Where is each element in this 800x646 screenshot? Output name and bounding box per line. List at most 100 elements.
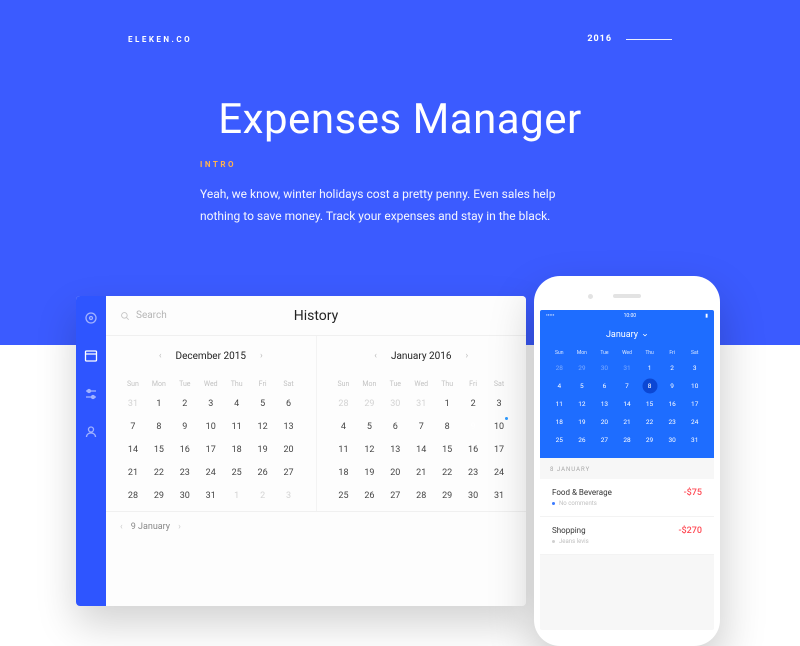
calendar-day[interactable]: 26 [356, 484, 382, 507]
calendar-day[interactable]: 28 [331, 392, 357, 415]
calendar-day[interactable]: 10 [683, 378, 706, 394]
calendar-day[interactable]: 19 [250, 438, 276, 461]
calendar-day[interactable]: 30 [460, 484, 486, 507]
calendar-day[interactable]: 6 [382, 415, 408, 438]
calendar-day[interactable]: 2 [460, 392, 486, 415]
calendar-day[interactable]: 13 [593, 396, 616, 412]
calendar-icon[interactable] [83, 348, 99, 364]
calendar-day[interactable]: 3 [683, 360, 706, 376]
calendar-day[interactable]: 12 [356, 438, 382, 461]
calendar-day[interactable]: 1 [224, 484, 250, 507]
search-input[interactable]: Search [120, 310, 167, 321]
calendar-day[interactable]: 20 [382, 461, 408, 484]
chevron-right-icon[interactable]: › [178, 522, 181, 532]
calendar-day[interactable]: 3 [276, 484, 302, 507]
calendar-day[interactable]: 6 [276, 392, 302, 415]
calendar-day[interactable]: 2 [172, 392, 198, 415]
home-icon[interactable] [83, 310, 99, 326]
calendar-day[interactable]: 17 [683, 396, 706, 412]
calendar-day[interactable]: 21 [616, 414, 639, 430]
calendar-day[interactable]: 21 [408, 461, 434, 484]
calendar-day[interactable]: 16 [172, 438, 198, 461]
calendar-day[interactable]: 23 [661, 414, 684, 430]
calendar-day[interactable]: 4 [548, 378, 571, 394]
expense-item[interactable]: ShoppingJeans levis-$270 [540, 517, 714, 555]
calendar-day[interactable]: 9 [661, 378, 684, 394]
calendar-day[interactable]: 2 [661, 360, 684, 376]
profile-icon[interactable] [83, 424, 99, 440]
calendar-day[interactable]: 28 [408, 484, 434, 507]
calendar-day[interactable]: 12 [250, 415, 276, 438]
calendar-day[interactable]: 29 [146, 484, 172, 507]
calendar-day[interactable]: 30 [593, 360, 616, 376]
calendar-day[interactable]: 27 [276, 461, 302, 484]
calendar-day[interactable]: 1 [146, 392, 172, 415]
calendar-day[interactable]: 30 [172, 484, 198, 507]
calendar-day[interactable]: 25 [331, 484, 357, 507]
calendar-day[interactable]: 11 [331, 438, 357, 461]
calendar-day[interactable]: 24 [198, 461, 224, 484]
calendar-day[interactable]: 30 [661, 432, 684, 448]
calendar-day[interactable]: 26 [571, 432, 594, 448]
calendar-day[interactable]: 28 [548, 360, 571, 376]
chevron-left-icon[interactable]: ‹ [120, 522, 123, 532]
calendar-day[interactable]: 4 [331, 415, 357, 438]
chevron-left-icon[interactable]: ‹ [374, 351, 377, 361]
calendar-day[interactable]: 13 [382, 438, 408, 461]
phone-month-selector[interactable]: January [548, 330, 706, 340]
calendar-day[interactable]: 31 [198, 484, 224, 507]
chevron-right-icon[interactable]: › [466, 351, 469, 361]
calendar-day[interactable]: 11 [224, 415, 250, 438]
calendar-day[interactable]: 24 [486, 461, 512, 484]
calendar-day[interactable]: 29 [571, 360, 594, 376]
calendar-day[interactable]: 16 [661, 396, 684, 412]
calendar-day[interactable]: 12 [571, 396, 594, 412]
calendar-day[interactable]: 23 [460, 461, 486, 484]
selected-date-row[interactable]: ‹ 9 January › [106, 511, 526, 541]
chevron-right-icon[interactable]: › [260, 351, 263, 361]
calendar-day[interactable]: 3 [198, 392, 224, 415]
sliders-icon[interactable] [83, 386, 99, 402]
calendar-day[interactable]: 18 [548, 414, 571, 430]
calendar-day[interactable]: 31 [616, 360, 639, 376]
calendar-day[interactable]: 14 [120, 438, 146, 461]
calendar-day[interactable]: 10 [486, 415, 512, 438]
calendar-day[interactable]: 2 [250, 484, 276, 507]
calendar-day[interactable]: 15 [638, 396, 661, 412]
calendar-day[interactable]: 27 [382, 484, 408, 507]
calendar-day[interactable]: 29 [434, 484, 460, 507]
calendar-day[interactable]: 11 [548, 396, 571, 412]
calendar-day[interactable]: 6 [593, 378, 616, 394]
calendar-day[interactable]: 21 [120, 461, 146, 484]
calendar-day[interactable]: 8 [146, 415, 172, 438]
calendar-day[interactable]: 31 [683, 432, 706, 448]
calendar-day[interactable]: 24 [683, 414, 706, 430]
calendar-day[interactable]: 29 [638, 432, 661, 448]
calendar-day[interactable]: 13 [276, 415, 302, 438]
calendar-day[interactable]: 5 [356, 415, 382, 438]
calendar-day[interactable]: 31 [408, 392, 434, 415]
calendar-day[interactable]: 9 [172, 415, 198, 438]
calendar-day[interactable]: 7 [616, 378, 639, 394]
calendar-day[interactable]: 1 [638, 360, 661, 376]
calendar-day[interactable]: 5 [250, 392, 276, 415]
calendar-day[interactable]: 18 [224, 438, 250, 461]
calendar-day[interactable]: 29 [356, 392, 382, 415]
calendar-day[interactable]: 26 [250, 461, 276, 484]
calendar-day[interactable]: 28 [120, 484, 146, 507]
calendar-day[interactable]: 8 [638, 378, 661, 394]
calendar-day[interactable]: 19 [571, 414, 594, 430]
calendar-day[interactable]: 28 [616, 432, 639, 448]
expense-item[interactable]: Food & BeverageNo comments-$75 [540, 479, 714, 517]
calendar-day[interactable]: 23 [172, 461, 198, 484]
calendar-day[interactable]: 10 [198, 415, 224, 438]
calendar-day[interactable]: 18 [331, 461, 357, 484]
calendar-day[interactable]: 19 [356, 461, 382, 484]
calendar-day[interactable]: 5 [571, 378, 594, 394]
calendar-day[interactable]: 7 [408, 415, 434, 438]
calendar-day[interactable]: 22 [146, 461, 172, 484]
calendar-day[interactable]: 27 [593, 432, 616, 448]
calendar-day[interactable]: 9 [460, 415, 486, 438]
calendar-day[interactable]: 1 [434, 392, 460, 415]
calendar-day[interactable]: 31 [120, 392, 146, 415]
